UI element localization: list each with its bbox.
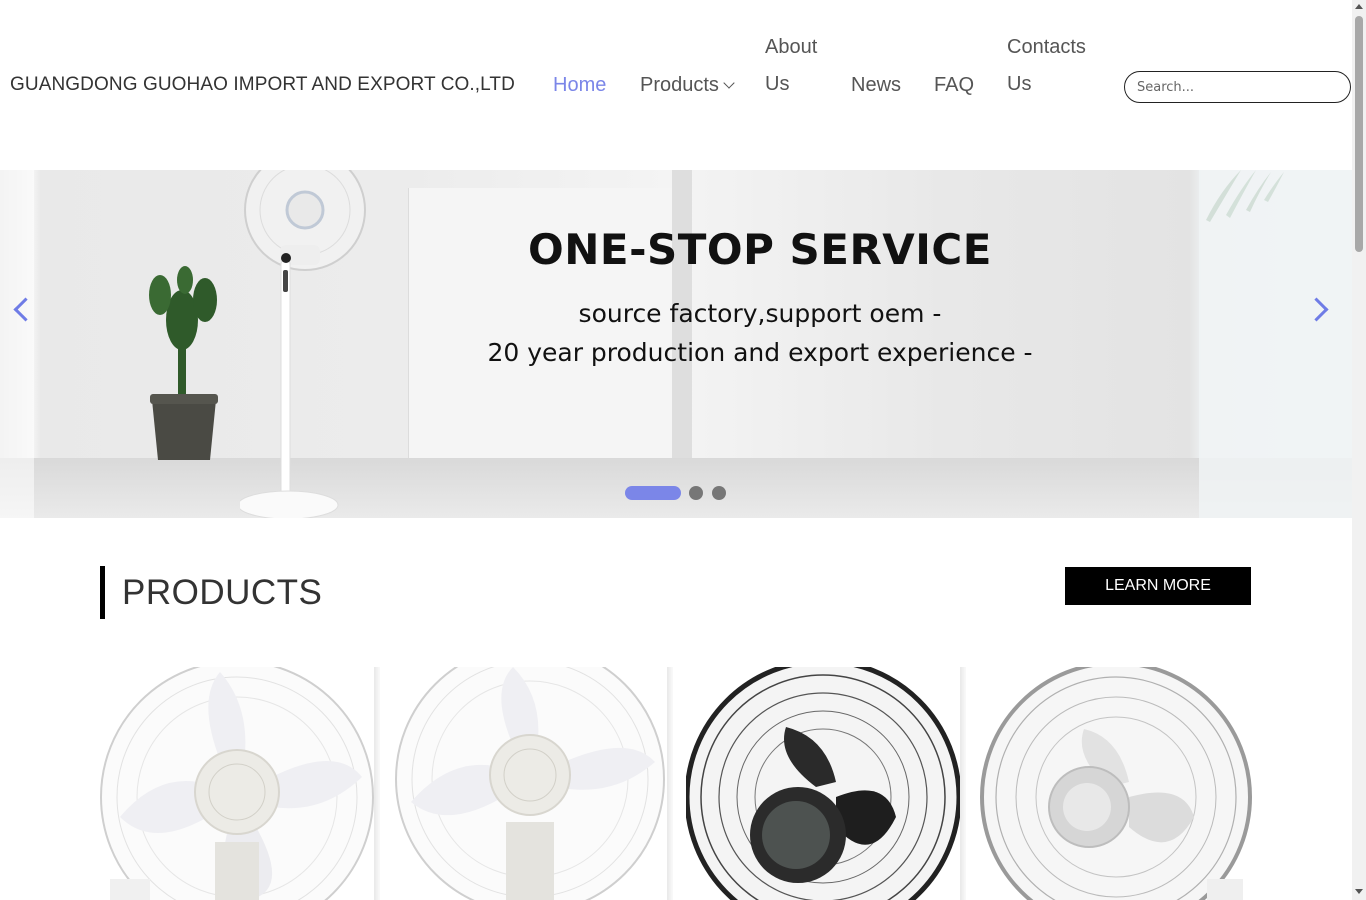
products-heading: PRODUCTS	[100, 566, 322, 619]
scrollbar-thumb[interactable]	[1355, 16, 1363, 252]
nav-contacts-us[interactable]: Contacts Us	[1007, 29, 1103, 103]
nav-faq[interactable]: FAQ	[934, 67, 974, 104]
carousel-dot-2[interactable]	[689, 486, 703, 500]
product-card[interactable]	[100, 667, 374, 900]
black-stand-fan-image	[686, 667, 960, 900]
search-input[interactable]	[1124, 71, 1351, 103]
silver-stand-fan-image	[979, 667, 1253, 900]
scroll-up-icon[interactable]	[1355, 4, 1363, 9]
banner-subtitle-1: source factory,support oem -	[578, 299, 942, 328]
site-header: GUANGDONG GUOHAO IMPORT AND EXPORT CO.,L…	[0, 0, 1352, 170]
nav-about-us[interactable]: About Us	[765, 29, 835, 103]
nav-products-label: Products	[640, 74, 719, 96]
nav-news[interactable]: News	[851, 67, 901, 104]
product-card[interactable]	[686, 667, 960, 900]
banner-title: ONE-STOP SERVICE	[528, 225, 992, 274]
card-divider	[374, 667, 380, 900]
hero-carousel: ONE-STOP SERVICE source factory,support …	[0, 170, 1352, 518]
page-scrollbar[interactable]	[1352, 0, 1366, 900]
carousel-dot-1[interactable]	[625, 486, 681, 500]
products-title: PRODUCTS	[122, 573, 323, 612]
carousel-dot-3[interactable]	[712, 486, 726, 500]
card-divider	[960, 667, 966, 900]
chevron-right-icon[interactable]	[1308, 298, 1330, 320]
scroll-down-icon[interactable]	[1355, 889, 1363, 894]
white-stand-fan-image	[393, 667, 667, 900]
banner-subtitle-2: 20 year production and export experience…	[487, 338, 1033, 367]
card-divider	[667, 667, 673, 900]
nav-products[interactable]: Products	[640, 67, 735, 104]
nav-home[interactable]: Home	[553, 67, 606, 104]
product-card[interactable]	[979, 667, 1253, 900]
learn-more-button[interactable]: LEARN MORE	[1065, 567, 1251, 605]
chevron-left-icon[interactable]	[8, 298, 30, 320]
white-stand-fan-image	[100, 667, 374, 900]
brand-name[interactable]: GUANGDONG GUOHAO IMPORT AND EXPORT CO.,L…	[10, 74, 515, 96]
chevron-down-icon	[723, 77, 735, 89]
product-card[interactable]	[393, 667, 667, 900]
